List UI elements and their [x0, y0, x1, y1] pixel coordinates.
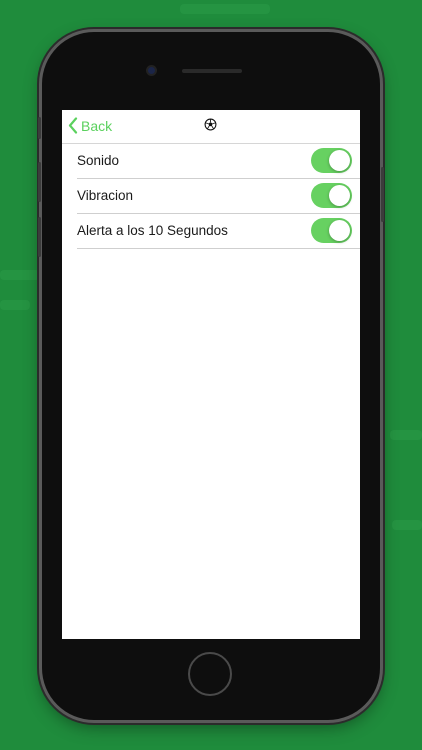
alerta-toggle[interactable]: [311, 218, 352, 243]
setting-row-alerta: Alerta a los 10 Segundos: [77, 214, 360, 249]
power-button: [381, 167, 384, 222]
background-stroke: [0, 300, 30, 310]
earpiece-speaker: [182, 69, 242, 73]
phone-frame: Back Sonido Vibracion Alerta a los 10 Se…: [38, 32, 384, 720]
setting-label: Sonido: [77, 153, 120, 168]
app-screen: Back Sonido Vibracion Alerta a los 10 Se…: [62, 110, 360, 639]
toggle-knob: [329, 220, 350, 241]
mute-switch: [38, 117, 41, 139]
background-stroke: [0, 270, 40, 280]
back-button[interactable]: Back: [68, 117, 112, 134]
background-stroke: [390, 430, 422, 440]
setting-label: Vibracion: [77, 188, 134, 203]
navigation-bar: Back: [62, 110, 360, 144]
sonido-toggle[interactable]: [311, 148, 352, 173]
volume-up-button: [38, 162, 41, 202]
chevron-left-icon: [68, 117, 78, 134]
front-camera: [148, 67, 155, 74]
setting-row-vibracion: Vibracion: [77, 179, 360, 214]
soccer-ball-icon: [204, 118, 217, 131]
home-button[interactable]: [188, 652, 232, 696]
back-label: Back: [81, 117, 113, 134]
setting-row-sonido: Sonido: [77, 144, 360, 179]
toggle-knob: [329, 185, 350, 206]
volume-down-button: [38, 217, 41, 257]
setting-label: Alerta a los 10 Segundos: [77, 223, 228, 238]
vibracion-toggle[interactable]: [311, 183, 352, 208]
background-stroke: [180, 4, 270, 14]
background-stroke: [392, 520, 422, 530]
toggle-knob: [329, 150, 350, 171]
